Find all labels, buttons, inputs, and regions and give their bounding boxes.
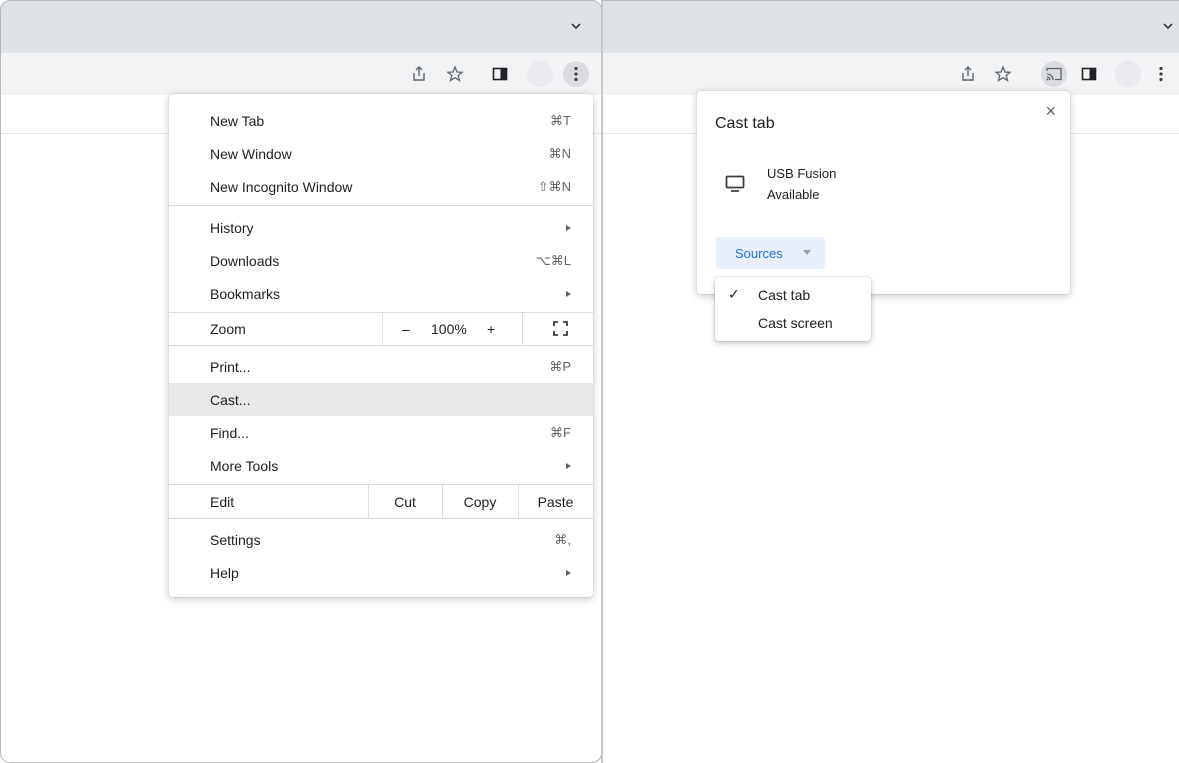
- menu-item-history[interactable]: History: [169, 211, 593, 244]
- zoom-out-button[interactable]: –: [402, 321, 410, 337]
- right-browser-window: Cast tab × USB Fusion Available Sources …: [603, 0, 1179, 763]
- share-icon[interactable]: [407, 62, 431, 86]
- sources-button[interactable]: Sources: [716, 237, 825, 269]
- menu-item-new-tab[interactable]: New Tab ⌘T: [169, 104, 593, 137]
- menu-item-new-incognito-window[interactable]: New Incognito Window ⇧⌘N: [169, 170, 593, 203]
- zoom-label: Zoom: [210, 320, 246, 337]
- menu-item-shortcut: ⌘F: [550, 424, 571, 440]
- menu-separator: [169, 518, 593, 519]
- menu-item-find[interactable]: Find... ⌘F: [169, 416, 593, 449]
- tab-search-chevron-down-icon[interactable]: [1161, 19, 1175, 33]
- copy-button[interactable]: Copy: [442, 485, 518, 518]
- menu-item-help[interactable]: Help: [169, 556, 593, 589]
- menu-item-label: More Tools: [210, 457, 279, 474]
- bookmark-star-icon[interactable]: [443, 62, 467, 86]
- menu-item-label: Cast...: [210, 391, 251, 408]
- submenu-arrow-icon: [566, 224, 571, 231]
- menu-item-label: New Incognito Window: [210, 178, 353, 195]
- sources-item-label: Cast tab: [758, 287, 811, 303]
- sources-button-label: Sources: [735, 246, 783, 261]
- menu-item-zoom: Zoom – 100% +: [169, 312, 593, 345]
- menu-item-bookmarks[interactable]: Bookmarks: [169, 277, 593, 310]
- menu-item-label: Downloads: [210, 252, 280, 269]
- menu-item-label: Print...: [210, 358, 251, 375]
- menu-item-edit: Edit Cut Copy Paste: [169, 485, 593, 518]
- menu-item-shortcut: ⌘,: [554, 531, 571, 547]
- edit-divider: [442, 485, 443, 518]
- toolbar: [1, 53, 601, 96]
- monitor-icon: [725, 175, 745, 198]
- menu-item-label: New Window: [210, 145, 292, 162]
- menu-item-cast[interactable]: Cast...: [169, 383, 593, 416]
- bookmark-star-icon[interactable]: [991, 62, 1015, 86]
- menu-item-shortcut: ⌘N: [548, 145, 571, 161]
- menu-item-shortcut: ⌘P: [549, 358, 571, 374]
- profile-avatar[interactable]: [527, 61, 553, 87]
- sources-item-cast-screen[interactable]: Cast screen: [715, 309, 871, 337]
- zoom-divider: [522, 312, 523, 345]
- cast-icon[interactable]: [1041, 61, 1067, 87]
- submenu-arrow-icon: [566, 290, 571, 297]
- menu-item-label: Help: [210, 564, 239, 581]
- profile-avatar[interactable]: [1115, 61, 1141, 87]
- tab-strip: [1, 1, 601, 53]
- menu-item-shortcut: ⇧⌘N: [537, 178, 571, 194]
- tab-strip: [603, 1, 1179, 53]
- menu-item-label: Bookmarks: [210, 285, 281, 302]
- menu-item-label: Find...: [210, 424, 249, 441]
- fullscreen-icon[interactable]: [553, 321, 568, 339]
- submenu-arrow-icon: [566, 569, 571, 576]
- menu-item-more-tools[interactable]: More Tools: [169, 449, 593, 482]
- zoom-level: 100%: [431, 320, 467, 337]
- menu-item-label: History: [210, 219, 254, 236]
- cast-dialog-title: Cast tab: [715, 115, 775, 132]
- toolbar: [603, 53, 1179, 96]
- side-panel-icon[interactable]: [1077, 62, 1101, 86]
- kebab-menu-icon[interactable]: [1149, 62, 1173, 86]
- zoom-in-button[interactable]: +: [487, 321, 495, 337]
- menu-item-settings[interactable]: Settings ⌘,: [169, 523, 593, 556]
- edit-divider: [518, 485, 519, 518]
- cut-button[interactable]: Cut: [368, 485, 442, 518]
- menu-separator: [169, 345, 593, 346]
- close-icon[interactable]: ×: [1045, 101, 1056, 122]
- sources-item-cast-tab[interactable]: ✓ Cast tab: [715, 281, 871, 309]
- edit-divider: [368, 485, 369, 518]
- sink-name[interactable]: USB Fusion: [767, 166, 836, 181]
- left-browser-window: New Tab ⌘T New Window ⌘N New Incognito W…: [0, 0, 602, 763]
- menu-item-downloads[interactable]: Downloads ⌥⌘L: [169, 244, 593, 277]
- menu-item-new-window[interactable]: New Window ⌘N: [169, 137, 593, 170]
- kebab-menu-icon[interactable]: [563, 61, 589, 87]
- caret-down-icon: [803, 250, 811, 255]
- sink-status: Available: [767, 187, 820, 202]
- menu-item-shortcut: ⌘T: [550, 112, 571, 128]
- sources-item-label: Cast screen: [758, 315, 833, 331]
- submenu-arrow-icon: [566, 462, 571, 469]
- menu-item-label: New Tab: [210, 112, 265, 129]
- cast-dialog: Cast tab × USB Fusion Available Sources: [697, 91, 1070, 294]
- tab-search-chevron-down-icon[interactable]: [569, 19, 583, 33]
- sources-menu: ✓ Cast tab Cast screen: [715, 277, 871, 341]
- menu-item-print[interactable]: Print... ⌘P: [169, 350, 593, 383]
- side-panel-icon[interactable]: [488, 62, 512, 86]
- share-icon[interactable]: [956, 62, 980, 86]
- menu-separator: [169, 205, 593, 206]
- checkmark-icon: ✓: [728, 286, 740, 302]
- menu-item-label: Settings: [210, 531, 261, 548]
- chrome-main-menu: New Tab ⌘T New Window ⌘N New Incognito W…: [169, 94, 593, 597]
- paste-button[interactable]: Paste: [518, 485, 593, 518]
- menu-item-shortcut: ⌥⌘L: [535, 252, 571, 268]
- zoom-divider: [382, 312, 383, 345]
- edit-label: Edit: [210, 493, 235, 510]
